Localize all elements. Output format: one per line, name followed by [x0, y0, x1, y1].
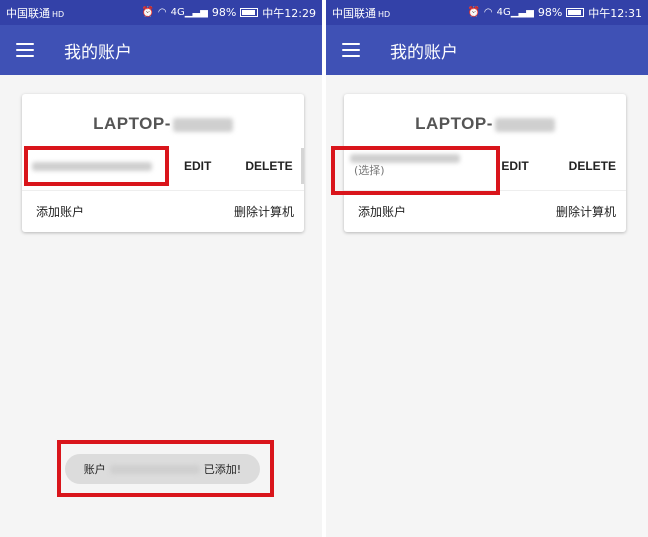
- battery-percent: 98%: [537, 6, 563, 19]
- toast-suffix: 已添加!: [203, 463, 242, 476]
- edit-button[interactable]: EDIT: [174, 153, 221, 179]
- wifi-icon: ◠: [157, 7, 167, 18]
- page-title: 我的账户: [64, 42, 132, 63]
- carrier-label: 中国联通 HD: [332, 6, 391, 20]
- edit-button[interactable]: EDIT: [491, 153, 538, 179]
- machine-name: LAPTOP-: [22, 114, 304, 134]
- clock: 中午12:29: [262, 6, 316, 20]
- account-row: EDIT DELETE: [22, 146, 304, 186]
- toast-prefix: 账户: [83, 463, 106, 476]
- redacted-email: [350, 153, 460, 163]
- battery-icon: [566, 8, 585, 17]
- page-title: 我的账户: [390, 42, 458, 63]
- alarm-icon: ⏰: [467, 7, 480, 18]
- add-account-button[interactable]: 添加账户: [358, 203, 406, 220]
- status-bar: 中国联通 HD ⏰ ◠ 4G▁▃▅ 98% 中午12:29: [0, 0, 322, 25]
- carrier-hd-label: HD: [378, 9, 391, 19]
- signal-icon: 4G▁▃▅: [496, 7, 534, 18]
- remove-machine-button[interactable]: 删除计算机: [234, 203, 294, 220]
- remove-machine-button[interactable]: 删除计算机: [556, 203, 616, 220]
- machine-card: LAPTOP- EDIT DELETE 添加账户 删除计算机: [22, 94, 304, 232]
- menu-icon[interactable]: [16, 43, 34, 57]
- clock: 中午12:31: [588, 6, 642, 20]
- scroll-indicator: [301, 148, 304, 184]
- machine-name: LAPTOP-: [344, 114, 626, 134]
- account-email[interactable]: [22, 161, 162, 171]
- right-screen: 中国联通 HD ⏰ ◠ 4G▁▃▅ 98% 中午12:31 我的账户 LAPTOP…: [326, 0, 648, 537]
- divider: [22, 190, 304, 191]
- wifi-icon: ◠: [483, 7, 493, 18]
- account-email[interactable]: (选择): [344, 153, 489, 179]
- status-bar: 中国联通 HD ⏰ ◠ 4G▁▃▅ 98% 中午12:31: [326, 0, 648, 25]
- alarm-icon: ⏰: [141, 7, 154, 18]
- carrier-hd-label: HD: [52, 9, 65, 19]
- carrier-label: 中国联通 HD: [6, 6, 65, 20]
- redacted-email: [109, 464, 200, 474]
- account-row: (选择) EDIT DELETE: [344, 146, 626, 186]
- delete-button[interactable]: DELETE: [559, 153, 626, 179]
- card-actions: 添加账户 删除计算机: [344, 198, 626, 224]
- battery-percent: 98%: [211, 6, 237, 19]
- left-screen: 中国联通 HD ⏰ ◠ 4G▁▃▅ 98% 中午12:29 我的账户 LAPTOP…: [0, 0, 322, 537]
- redacted-machine-id: [494, 117, 555, 132]
- machine-card: LAPTOP- (选择) EDIT DELETE 添加账户 删除计算机: [344, 94, 626, 232]
- toast-message: 账户 已添加!: [65, 454, 260, 484]
- redacted-email: [32, 161, 152, 171]
- card-actions: 添加账户 删除计算机: [22, 198, 304, 224]
- divider: [344, 190, 626, 191]
- battery-icon: [240, 8, 259, 17]
- signal-icon: 4G▁▃▅: [170, 7, 208, 18]
- delete-button[interactable]: DELETE: [235, 153, 302, 179]
- app-bar: 我的账户: [326, 25, 648, 75]
- app-bar: 我的账户: [0, 25, 322, 75]
- add-account-button[interactable]: 添加账户: [36, 203, 84, 220]
- menu-icon[interactable]: [342, 43, 360, 57]
- selected-tag: (选择): [354, 163, 385, 177]
- redacted-machine-id: [172, 117, 233, 132]
